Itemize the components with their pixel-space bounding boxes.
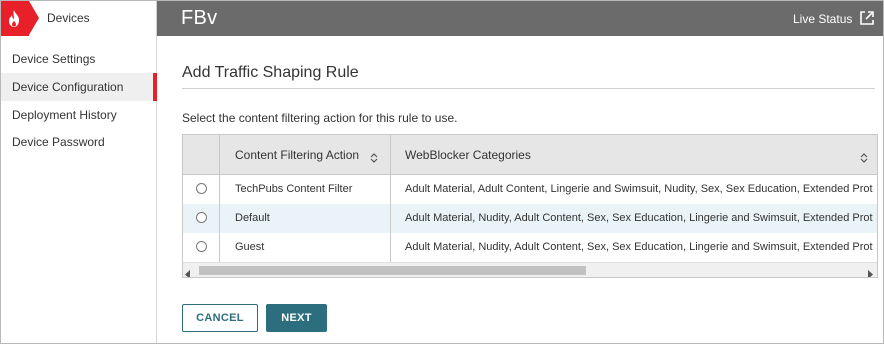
column-divider	[219, 135, 220, 262]
scrollbar-thumb[interactable]	[199, 266, 586, 275]
column-header-label: Content Filtering Action	[235, 148, 360, 162]
devices-tab[interactable]: Devices	[1, 1, 157, 36]
webblocker-categories-cell: Adult Material, Adult Content, Lingerie …	[405, 183, 873, 195]
sidebar: Device Settings Device Configuration Dep…	[1, 36, 157, 343]
device-name-title: FBv	[181, 7, 218, 29]
sidebar-item-label: Device Settings	[12, 52, 96, 66]
table-row[interactable]: TechPubs Content Filter Adult Material, …	[183, 175, 877, 204]
next-button[interactable]: NEXT	[266, 304, 327, 332]
column-header-label: WebBlocker Categories	[405, 148, 531, 162]
sidebar-item-label: Deployment History	[12, 108, 117, 122]
live-status-link[interactable]: Live Status	[793, 12, 852, 26]
sort-icon[interactable]	[370, 150, 378, 168]
devices-label: Devices	[47, 11, 90, 25]
table-row[interactable]: Guest Adult Material, Nudity, Adult Cont…	[183, 233, 877, 262]
content-filtering-action-cell: Guest	[235, 241, 265, 253]
row-radio-button[interactable]	[196, 183, 207, 194]
sort-icon[interactable]	[860, 150, 868, 168]
sidebar-item-device-configuration[interactable]: Device Configuration	[1, 73, 157, 101]
table-header: Content Filtering Action WebBlocker Cate…	[183, 135, 877, 175]
content-filtering-action-cell: TechPubs Content Filter	[235, 183, 353, 195]
scroll-left-arrow-icon[interactable]	[185, 266, 191, 277]
instruction-text: Select the content filtering action for …	[182, 111, 458, 125]
app-frame: Devices FBv Live Status Device Settings …	[0, 0, 884, 344]
row-radio-button[interactable]	[196, 212, 207, 223]
table-row[interactable]: Default Adult Material, Nudity, Adult Co…	[183, 204, 877, 233]
sidebar-item-deployment-history[interactable]: Deployment History	[1, 101, 157, 129]
horizontal-scrollbar[interactable]	[183, 262, 877, 277]
content-filtering-action-cell: Default	[235, 212, 270, 224]
top-bar: Devices FBv Live Status	[1, 1, 883, 36]
webblocker-categories-cell: Adult Material, Nudity, Adult Content, S…	[405, 241, 873, 253]
sidebar-item-label: Device Password	[12, 135, 105, 149]
content-filter-table: Content Filtering Action WebBlocker Cate…	[182, 134, 878, 278]
scroll-right-arrow-icon[interactable]	[867, 266, 873, 277]
column-header-webblocker-categories[interactable]: WebBlocker Categories	[405, 135, 531, 175]
column-divider	[390, 135, 391, 262]
webblocker-categories-cell: Adult Material, Nudity, Adult Content, S…	[405, 212, 873, 224]
main-content: Add Traffic Shaping Rule Select the cont…	[158, 36, 883, 343]
title-divider	[182, 88, 875, 89]
row-radio-button[interactable]	[196, 241, 207, 252]
page-title: Add Traffic Shaping Rule	[182, 64, 359, 81]
firebox-flame-logo-icon	[1, 1, 39, 36]
sidebar-item-device-settings[interactable]: Device Settings	[1, 45, 157, 73]
sidebar-item-label: Device Configuration	[12, 80, 124, 94]
external-link-icon[interactable]	[859, 10, 875, 31]
column-header-content-filtering-action[interactable]: Content Filtering Action	[235, 135, 359, 175]
cancel-button[interactable]: CANCEL	[182, 304, 258, 332]
sidebar-item-device-password[interactable]: Device Password	[1, 128, 157, 156]
